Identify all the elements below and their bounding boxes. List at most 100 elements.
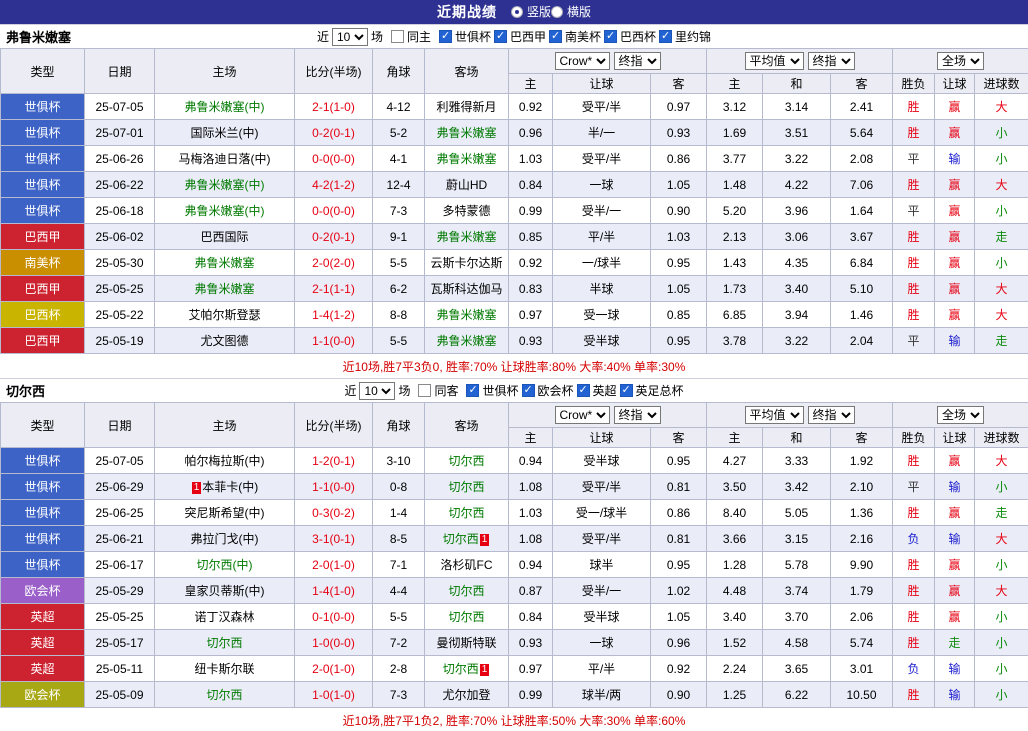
home-team[interactable]: 国际米兰(中) <box>155 120 295 146</box>
home-team[interactable]: 弗鲁米嫩塞 <box>155 276 295 302</box>
odds-value: 0.90 <box>651 682 707 708</box>
home-team[interactable]: 巴西国际 <box>155 224 295 250</box>
league-filter-checkbox[interactable] <box>466 384 479 397</box>
match-date: 25-05-22 <box>85 302 155 328</box>
team-label: 尤文图德 <box>200 334 248 348</box>
odds-value: 0.92 <box>651 656 707 682</box>
home-team[interactable]: 纽卡斯尔联 <box>155 656 295 682</box>
league-badge: 英超 <box>1 656 85 682</box>
corners: 5-5 <box>373 604 425 630</box>
header-select-2-1[interactable]: 平均值 <box>745 406 804 424</box>
recent-count-select[interactable]: 10 <box>359 382 395 400</box>
header-select-2-2[interactable]: 终指 <box>808 52 855 70</box>
home-team[interactable]: 切尔西 <box>155 630 295 656</box>
sub-col-header: 客 <box>831 428 893 448</box>
odds-group-header: Crow*终指 <box>509 49 707 74</box>
away-team[interactable]: 切尔西 <box>425 448 509 474</box>
header-select-2-2[interactable]: 终指 <box>808 406 855 424</box>
home-team[interactable]: 弗鲁米嫩塞(中) <box>155 94 295 120</box>
home-team[interactable]: 弗鲁米嫩塞 <box>155 250 295 276</box>
home-team[interactable]: 弗鲁米嫩塞(中) <box>155 172 295 198</box>
away-team[interactable]: 利雅得新月 <box>425 94 509 120</box>
away-team[interactable]: 尤尔加登 <box>425 682 509 708</box>
odds-value: 4.35 <box>763 250 831 276</box>
league-filter-checkbox[interactable] <box>620 384 633 397</box>
home-team[interactable]: 马梅洛迪日落(中) <box>155 146 295 172</box>
header-select-2-1[interactable]: 平均值 <box>745 52 804 70</box>
result-goals: 大 <box>975 276 1028 302</box>
result-wdl: 胜 <box>893 578 935 604</box>
away-team[interactable]: 弗鲁米嫩塞 <box>425 146 509 172</box>
result-wdl: 胜 <box>893 500 935 526</box>
away-team[interactable]: 瓦斯科达伽马 <box>425 276 509 302</box>
odds-value: 1.28 <box>707 552 763 578</box>
home-team[interactable]: 弗拉门戈(中) <box>155 526 295 552</box>
league-badge: 世俱杯 <box>1 474 85 500</box>
home-team[interactable]: 尤文图德 <box>155 328 295 354</box>
odds-value: 0.90 <box>651 198 707 224</box>
home-team[interactable]: 诺丁汉森林 <box>155 604 295 630</box>
away-team[interactable]: 弗鲁米嫩塞 <box>425 120 509 146</box>
home-team[interactable]: 艾帕尔斯登瑟 <box>155 302 295 328</box>
away-team[interactable]: 切尔西1 <box>425 656 509 682</box>
home-team[interactable]: 1本菲卡(中) <box>155 474 295 500</box>
league-filter-checkbox[interactable] <box>522 384 535 397</box>
match-date: 25-05-17 <box>85 630 155 656</box>
recent-count-select[interactable]: 10 <box>332 28 368 46</box>
view-mode-radio-2[interactable]: 横版 <box>551 3 591 20</box>
team-label: 切尔西 <box>448 610 484 624</box>
odds-value: 4.22 <box>763 172 831 198</box>
away-team[interactable]: 切尔西 <box>425 604 509 630</box>
team-label: 弗鲁米嫩塞 <box>194 282 254 296</box>
team-label: 切尔西 <box>448 480 484 494</box>
away-team[interactable]: 多特蒙德 <box>425 198 509 224</box>
odds-value: 3.70 <box>763 604 831 630</box>
view-mode-radio-1[interactable]: 竖版 <box>511 3 551 20</box>
team-label: 切尔西 <box>448 584 484 598</box>
header-select-3-1[interactable]: 全场 <box>937 52 984 70</box>
score: 2-0(1-0) <box>295 656 373 682</box>
league-filter-checkbox[interactable] <box>604 30 617 43</box>
header-select-1-2[interactable]: 终指 <box>614 52 661 70</box>
match-date: 25-06-21 <box>85 526 155 552</box>
home-team[interactable]: 切尔西(中) <box>155 552 295 578</box>
away-team[interactable]: 蔚山HD <box>425 172 509 198</box>
away-team[interactable]: 洛杉矶FC <box>425 552 509 578</box>
result-handicap: 输 <box>935 656 975 682</box>
away-team[interactable]: 云斯卡尔达斯 <box>425 250 509 276</box>
home-team[interactable]: 帕尔梅拉斯(中) <box>155 448 295 474</box>
away-team[interactable]: 切尔西 <box>425 474 509 500</box>
away-team[interactable]: 弗鲁米嫩塞 <box>425 224 509 250</box>
league-filter-checkbox[interactable] <box>659 30 672 43</box>
league-filter-checkbox[interactable] <box>549 30 562 43</box>
away-team[interactable]: 切尔西1 <box>425 526 509 552</box>
header-select-1-1[interactable]: Crow* <box>555 406 610 424</box>
odds-group-header: 平均值终指 <box>707 49 893 74</box>
home-team[interactable]: 切尔西 <box>155 682 295 708</box>
away-team[interactable]: 弗鲁米嫩塞 <box>425 328 509 354</box>
odds-value: 3.77 <box>707 146 763 172</box>
same-venue-checkbox[interactable] <box>391 30 404 43</box>
match-row: 英超25-05-11纽卡斯尔联2-0(1-0)2-8切尔西10.97平/半0.9… <box>1 656 1028 682</box>
odds-value: 9.90 <box>831 552 893 578</box>
league-filter-checkbox[interactable] <box>439 30 452 43</box>
home-team[interactable]: 皇家贝蒂斯(中) <box>155 578 295 604</box>
league-filter-checkbox[interactable] <box>494 30 507 43</box>
match-date: 25-05-30 <box>85 250 155 276</box>
home-team[interactable]: 突尼斯希望(中) <box>155 500 295 526</box>
same-venue-checkbox[interactable] <box>418 384 431 397</box>
result-wdl: 负 <box>893 526 935 552</box>
away-team[interactable]: 弗鲁米嫩塞 <box>425 302 509 328</box>
header-select-3-1[interactable]: 全场 <box>937 406 984 424</box>
result-handicap: 赢 <box>935 604 975 630</box>
away-team[interactable]: 切尔西 <box>425 500 509 526</box>
odds-value: 1.79 <box>831 578 893 604</box>
header-select-1-2[interactable]: 终指 <box>614 406 661 424</box>
odds-value: 3.40 <box>763 276 831 302</box>
league-filter-checkbox[interactable] <box>577 384 590 397</box>
away-team[interactable]: 曼彻斯特联 <box>425 630 509 656</box>
home-team[interactable]: 弗鲁米嫩塞(中) <box>155 198 295 224</box>
away-team[interactable]: 切尔西 <box>425 578 509 604</box>
header-select-1-1[interactable]: Crow* <box>555 52 610 70</box>
odds-value: 0.96 <box>651 630 707 656</box>
